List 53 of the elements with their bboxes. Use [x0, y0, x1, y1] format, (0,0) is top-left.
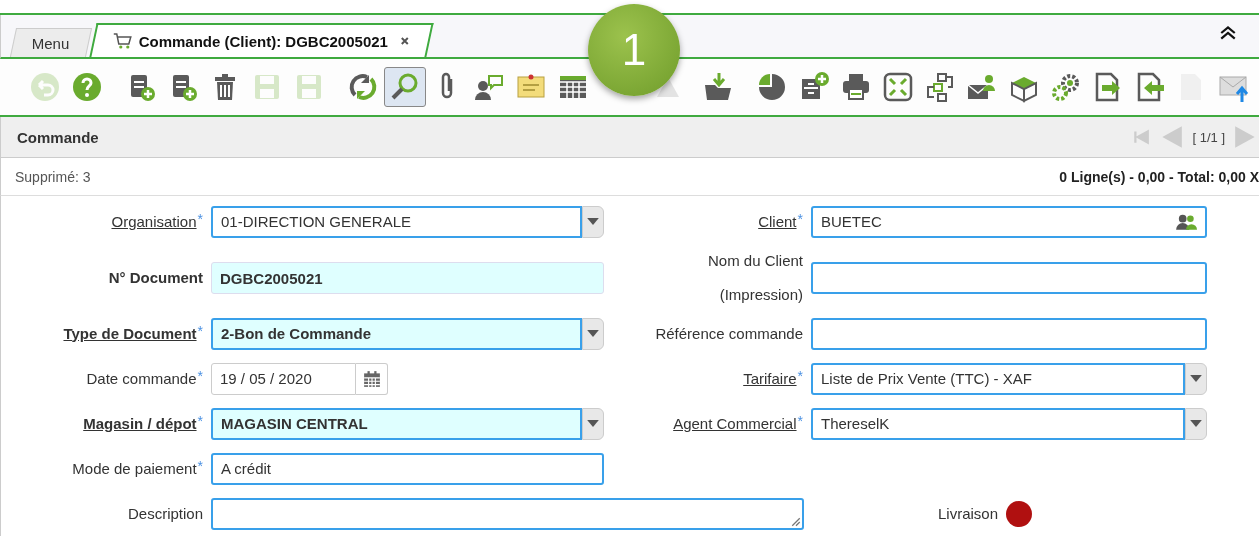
close-icon[interactable] — [399, 36, 410, 46]
field-label[interactable]: Type de Document — [63, 323, 197, 344]
field-label[interactable]: Agent Commercial — [673, 413, 797, 434]
field-label: Livraison — [938, 503, 999, 524]
deleted-count: Supprimé: 3 — [15, 168, 91, 185]
text-field[interactable]: A crédit — [211, 452, 604, 485]
required-asterisk: * — [197, 323, 203, 338]
field-label: Mode de paiement — [72, 458, 197, 479]
order-totals: 0 Ligne(s) - 0,00 - Total: 0,00 X — [1059, 168, 1259, 185]
required-asterisk: * — [197, 458, 203, 473]
lookup-field[interactable]: BUETEC — [811, 205, 1207, 238]
collapse-icon[interactable] — [1219, 25, 1237, 41]
cart-icon — [112, 32, 133, 50]
required-asterisk: * — [797, 368, 803, 383]
dropdown-caret-icon[interactable] — [1185, 407, 1207, 440]
field-label[interactable]: Organisation — [111, 211, 197, 232]
date-field[interactable]: 19 / 05 / 2020 — [211, 362, 356, 395]
people-icon[interactable] — [1175, 212, 1197, 231]
tab[interactable]: Menu — [9, 28, 92, 57]
field-label: Description — [127, 503, 203, 524]
text-field[interactable] — [811, 317, 1207, 350]
field-label[interactable]: Magasin / dépot — [83, 413, 197, 434]
dropdown-field[interactable]: MAGASIN CENTRAL — [211, 407, 582, 440]
dropdown-caret-icon[interactable] — [582, 407, 604, 440]
tab[interactable]: Commande (Client): DGBC2005021 — [88, 23, 434, 57]
field-label: Nom du Client (Impression) — [707, 251, 803, 305]
dropdown-field[interactable]: 01-DIRECTION GENERALE — [211, 205, 582, 238]
text-field[interactable] — [811, 262, 1207, 294]
required-asterisk: * — [197, 211, 203, 226]
record-counter: [ 1/1 ] — [1192, 129, 1225, 145]
dropdown-caret-icon[interactable] — [582, 317, 604, 350]
search-icon[interactable] — [384, 67, 426, 107]
required-asterisk: * — [197, 368, 203, 383]
field-label: N° Document — [108, 268, 203, 288]
field-label[interactable]: Tarifaire — [743, 368, 797, 389]
panel-title: Commande — [17, 128, 99, 146]
required-asterisk: * — [797, 413, 803, 428]
resize-grip-icon[interactable] — [791, 516, 801, 527]
dropdown-field[interactable]: ThereselK — [811, 407, 1185, 440]
dropdown-caret-icon[interactable] — [582, 205, 604, 238]
required-asterisk: * — [797, 211, 803, 226]
dropdown-field[interactable]: Liste de Prix Vente (TTC) - XAF — [811, 362, 1185, 395]
tab-label: Menu — [31, 34, 70, 52]
document-number-field[interactable]: DGBC2005021 — [211, 262, 604, 294]
calendar-icon[interactable] — [356, 362, 388, 395]
required-asterisk: * — [197, 413, 203, 428]
dropdown-caret-icon[interactable] — [1185, 362, 1207, 395]
field-label: Date commande — [86, 368, 197, 389]
dropdown-field[interactable]: 2-Bon de Commande — [211, 317, 582, 350]
field-label[interactable]: Client — [758, 211, 797, 232]
tab-label: Commande (Client): DGBC2005021 — [138, 32, 388, 50]
description-textarea[interactable] — [211, 497, 804, 530]
field-label: Référence commande — [655, 323, 803, 344]
